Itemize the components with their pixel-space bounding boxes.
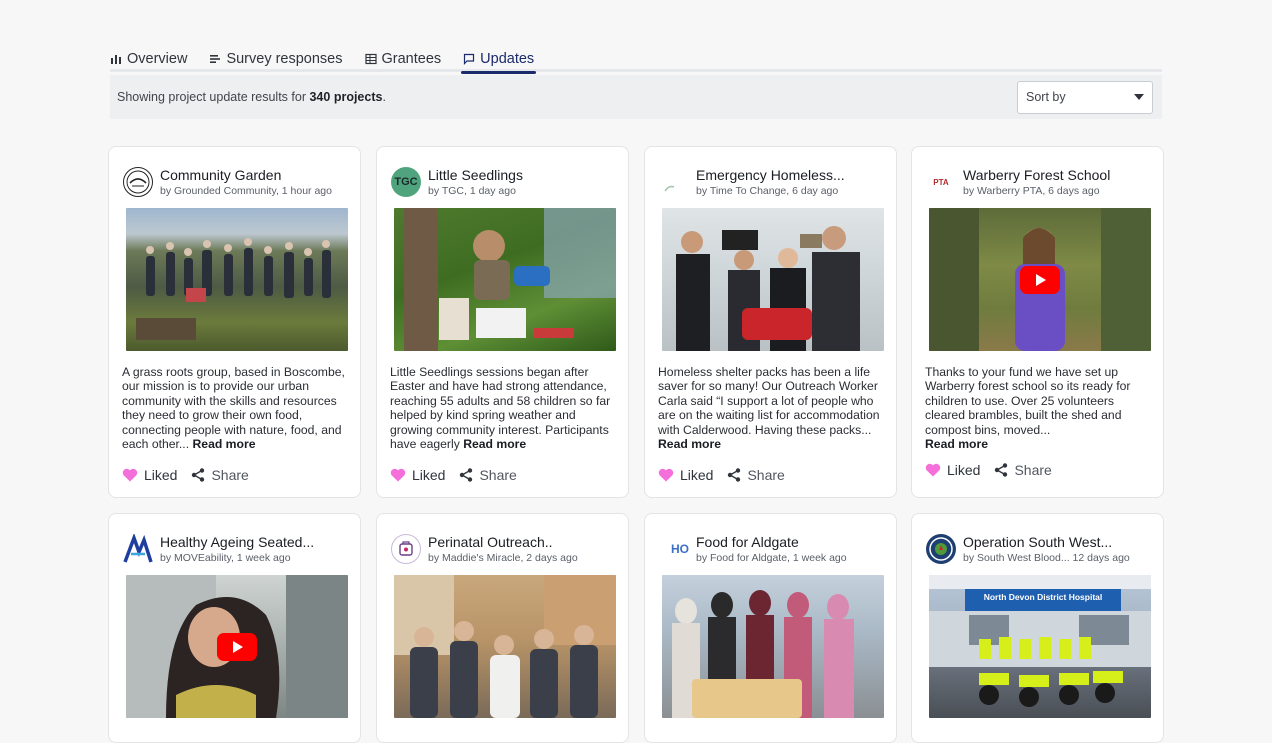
update-card[interactable]: Perinatal Outreach.. by Maddie's Miracle… (376, 513, 629, 743)
card-actions: Liked Share (390, 467, 517, 483)
org-logo-icon: HO (659, 534, 689, 564)
update-video[interactable] (929, 208, 1151, 351)
bar-chart-icon (111, 55, 121, 64)
message-icon (464, 53, 475, 65)
card-header: PTA Warberry Forest School by Warberry P… (912, 147, 1163, 199)
card-description: Homeless shelter packs has been a life s… (658, 365, 880, 452)
card-meta: by Warberry PTA, 6 days ago (963, 184, 1100, 197)
card-description: Little Seedlings sessions began after Ea… (390, 365, 611, 452)
results-summary: Showing project update results for 340 p… (117, 90, 386, 104)
update-card[interactable]: Healthy Ageing Seated... by MOVEability,… (108, 513, 361, 743)
table-icon (364, 53, 377, 65)
update-image[interactable] (662, 575, 884, 718)
chevron-down-icon (1134, 94, 1144, 100)
card-meta: by South West Blood... 12 days ago (963, 551, 1130, 564)
heart-icon (658, 468, 674, 482)
sort-dropdown[interactable]: Sort by (1017, 80, 1153, 114)
card-meta: by Maddie's Miracle, 2 days ago (428, 551, 578, 564)
update-image[interactable] (394, 575, 616, 718)
share-icon (728, 468, 741, 482)
update-card[interactable]: TGC Little Seedlings by TGC, 1 day ago L… (376, 146, 629, 498)
share-icon (995, 463, 1008, 477)
update-image[interactable] (394, 208, 616, 351)
update-image[interactable] (126, 208, 348, 351)
results-info-bar: Showing project update results for 340 p… (110, 75, 1162, 119)
heart-icon (390, 468, 406, 482)
tab-updates[interactable]: Updates (461, 48, 537, 74)
tab-survey-responses[interactable]: Survey responses (209, 48, 343, 70)
update-image[interactable] (662, 208, 884, 351)
share-icon (460, 468, 473, 482)
hospital-sign-text: North Devon District Hospital (983, 592, 1103, 602)
card-header: Operation South West... by South West Bl… (912, 514, 1163, 566)
share-icon (192, 468, 205, 482)
card-header: Emergency Homeless... by Time To Change,… (645, 147, 896, 199)
update-card[interactable]: Community Garden by Grounded Community, … (108, 146, 361, 498)
update-card[interactable]: HO Food for Aldgate by Food for Aldgate,… (644, 513, 897, 743)
sort-label: Sort by (1026, 90, 1066, 104)
card-meta: by TGC, 1 day ago (428, 184, 516, 197)
org-logo-icon (123, 167, 153, 197)
list-icon (210, 55, 221, 63)
card-title[interactable]: Operation South West... (963, 534, 1130, 551)
org-logo-icon: TGC (391, 167, 421, 197)
like-button[interactable]: Liked (658, 467, 713, 483)
read-more-link[interactable]: Read more (192, 437, 255, 451)
read-more-link[interactable]: Read more (463, 437, 526, 451)
card-meta: by Time To Change, 6 day ago (696, 184, 839, 197)
like-button[interactable]: Liked (925, 462, 980, 478)
update-card[interactable]: Operation South West... by South West Bl… (911, 513, 1164, 743)
card-title[interactable]: Little Seedlings (428, 167, 523, 184)
card-header: Perinatal Outreach.. by Maddie's Miracle… (377, 514, 628, 566)
card-header: TGC Little Seedlings by TGC, 1 day ago (377, 147, 628, 199)
tab-grantees[interactable]: Grantees (364, 48, 442, 70)
update-video[interactable] (126, 575, 348, 718)
play-video-icon[interactable] (217, 632, 257, 661)
share-button[interactable]: Share (183, 467, 249, 483)
tab-label: Grantees (381, 51, 442, 67)
results-count: 340 projects (309, 90, 383, 104)
card-title[interactable]: Warberry Forest School (963, 167, 1110, 184)
org-logo-icon: PTA (926, 167, 956, 197)
org-logo-icon (123, 534, 153, 564)
share-button[interactable]: Share (451, 467, 517, 483)
card-header: Healthy Ageing Seated... by MOVEability,… (109, 514, 360, 566)
card-header: HO Food for Aldgate by Food for Aldgate,… (645, 514, 896, 566)
card-actions: Liked Share (658, 467, 785, 483)
like-button[interactable]: Liked (390, 467, 445, 483)
card-title[interactable]: Community Garden (160, 167, 332, 184)
share-button[interactable]: Share (719, 467, 785, 483)
update-card[interactable]: PTA Warberry Forest School by Warberry P… (911, 146, 1164, 498)
read-more-link[interactable]: Read more (925, 437, 988, 451)
read-more-link[interactable]: Read more (658, 437, 721, 451)
org-logo-icon (391, 534, 421, 564)
like-button[interactable]: Liked (122, 467, 177, 483)
card-title[interactable]: Perinatal Outreach.. (428, 534, 578, 551)
card-description: Thanks to your fund we have set up Warbe… (925, 365, 1131, 452)
card-meta: by Grounded Community, 1 hour ago (160, 184, 332, 197)
tab-label: Overview (127, 51, 188, 67)
card-actions: Liked Share (122, 467, 249, 483)
card-description: A grass roots group, based in Boscombe, … (122, 365, 345, 452)
tab-overview[interactable]: Overview (110, 48, 187, 70)
update-image[interactable]: North Devon District Hospital (929, 575, 1151, 718)
card-title[interactable]: Emergency Homeless... (696, 167, 845, 184)
tab-label: Survey responses (226, 51, 343, 67)
update-card[interactable]: Emergency Homeless... by Time To Change,… (644, 146, 897, 498)
card-meta: by Food for Aldgate, 1 week ago (696, 551, 847, 564)
tab-label: Updates (480, 51, 535, 67)
share-button[interactable]: Share (986, 462, 1052, 478)
card-meta: by MOVEability, 1 week ago (160, 551, 291, 564)
org-logo-icon (926, 534, 956, 564)
card-title[interactable]: Healthy Ageing Seated... (160, 534, 314, 551)
card-title[interactable]: Food for Aldgate (696, 534, 847, 551)
heart-icon (122, 468, 138, 482)
heart-icon (925, 463, 941, 477)
org-logo-icon (659, 167, 689, 197)
play-video-icon[interactable] (1020, 265, 1060, 294)
card-actions: Liked Share (925, 462, 1052, 478)
tab-bar: Overview Survey responses Grantees Updat… (110, 48, 1162, 74)
card-header: Community Garden by Grounded Community, … (109, 147, 360, 199)
